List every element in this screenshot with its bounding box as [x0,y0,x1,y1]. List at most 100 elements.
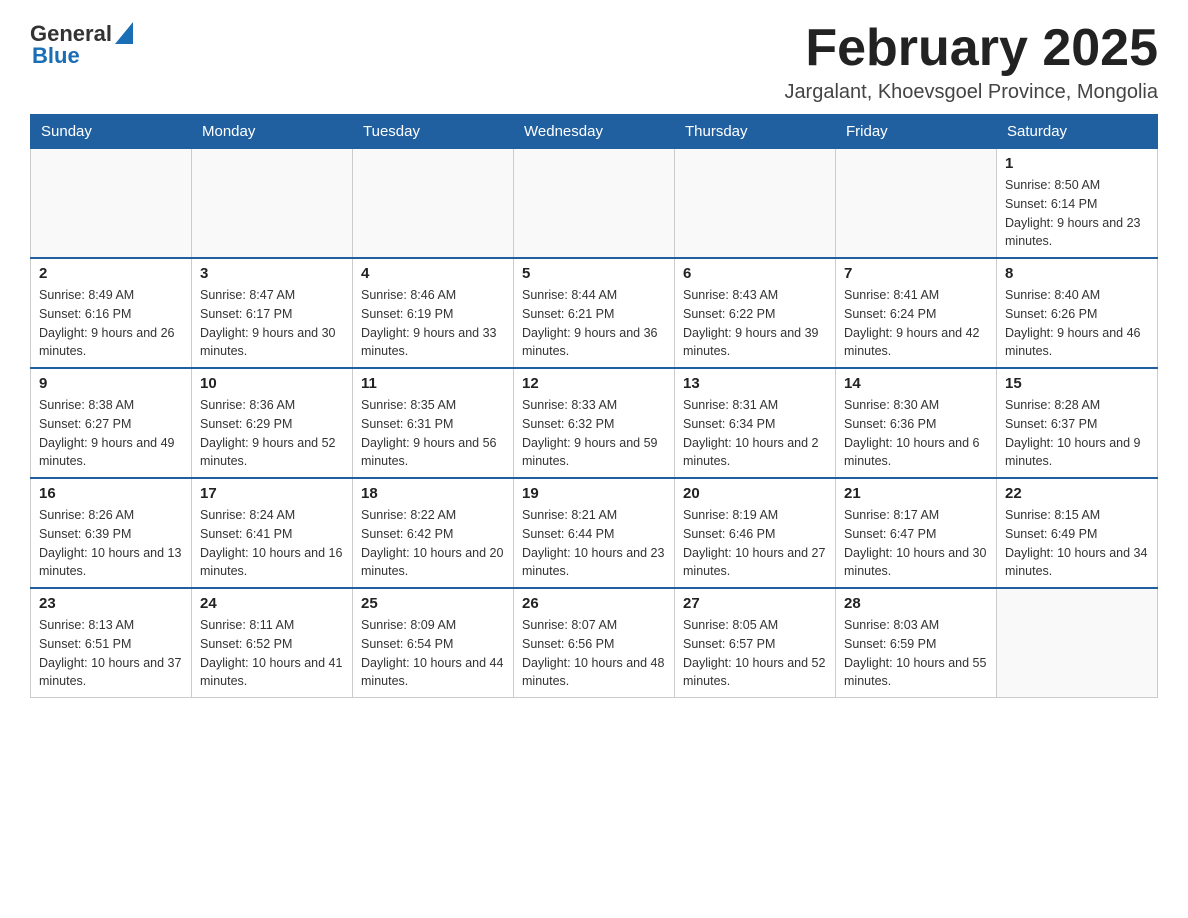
calendar-day-cell: 1Sunrise: 8:50 AMSunset: 6:14 PMDaylight… [997,149,1158,259]
calendar-day-cell [836,149,997,259]
calendar-day-cell: 14 Sunrise: 8:30 AMSunset: 6:36 PMDayligh… [836,368,997,478]
day-info: Sunrise: 8:44 AMSunset: 6:21 PMDaylight:… [522,286,666,361]
weekday-header-monday: Monday [192,115,353,149]
day-number: 14 [844,375,988,392]
day-number: 4 [361,265,505,282]
weekday-header-row: SundayMondayTuesdayWednesdayThursdayFrid… [31,115,1158,149]
calendar-day-cell [997,588,1158,698]
calendar-day-cell: 4 Sunrise: 8:46 AMSunset: 6:19 PMDaylight… [353,258,514,368]
location-text: Jargalant, Khoevsgoel Province, Mongolia [784,81,1158,104]
day-info: Sunrise: 8:40 AMSunset: 6:26 PMDaylight:… [1005,286,1149,361]
calendar-day-cell [192,149,353,259]
calendar-week-row: 16Sunrise: 8:26 AMSunset: 6:39 PMDayligh… [31,478,1158,588]
month-title: February 2025 [784,20,1158,77]
calendar-day-cell: 12 Sunrise: 8:33 AMSunset: 6:32 PMDayligh… [514,368,675,478]
day-number: 12 [522,375,666,392]
calendar-week-row: 2 Sunrise: 8:49 AMSunset: 6:16 PMDaylight… [31,258,1158,368]
day-info: Sunrise: 8:22 AMSunset: 6:42 PMDaylight:… [361,506,505,581]
day-info: Sunrise: 8:36 AMSunset: 6:29 PMDaylight:… [200,396,344,471]
day-number: 11 [361,375,505,392]
day-info: Sunrise: 8:49 AMSunset: 6:16 PMDaylight:… [39,286,183,361]
day-number: 20 [683,485,827,502]
day-number: 6 [683,265,827,282]
weekday-header-saturday: Saturday [997,115,1158,149]
calendar-day-cell: 2 Sunrise: 8:49 AMSunset: 6:16 PMDaylight… [31,258,192,368]
calendar-day-cell: 9 Sunrise: 8:38 AMSunset: 6:27 PMDaylight… [31,368,192,478]
day-number: 2 [39,265,183,282]
weekday-header-wednesday: Wednesday [514,115,675,149]
calendar-day-cell: 11 Sunrise: 8:35 AMSunset: 6:31 PMDayligh… [353,368,514,478]
day-number: 7 [844,265,988,282]
day-number: 19 [522,485,666,502]
day-info: Sunrise: 8:28 AMSunset: 6:37 PMDaylight:… [1005,396,1149,471]
weekday-header-thursday: Thursday [675,115,836,149]
day-number: 13 [683,375,827,392]
day-number: 3 [200,265,344,282]
calendar-day-cell: 3 Sunrise: 8:47 AMSunset: 6:17 PMDaylight… [192,258,353,368]
title-section: February 2025 Jargalant, Khoevsgoel Prov… [784,20,1158,104]
calendar-day-cell: 22Sunrise: 8:15 AMSunset: 6:49 PMDayligh… [997,478,1158,588]
day-info: Sunrise: 8:07 AMSunset: 6:56 PMDaylight:… [522,616,666,691]
day-info: Sunrise: 8:26 AMSunset: 6:39 PMDaylight:… [39,506,183,581]
calendar-table: SundayMondayTuesdayWednesdayThursdayFrid… [30,114,1158,698]
day-info: Sunrise: 8:43 AMSunset: 6:22 PMDaylight:… [683,286,827,361]
day-info: Sunrise: 8:09 AMSunset: 6:54 PMDaylight:… [361,616,505,691]
calendar-day-cell: 27 Sunrise: 8:05 AMSunset: 6:57 PMDayligh… [675,588,836,698]
calendar-day-cell: 24 Sunrise: 8:11 AMSunset: 6:52 PMDayligh… [192,588,353,698]
day-info: Sunrise: 8:46 AMSunset: 6:19 PMDaylight:… [361,286,505,361]
calendar-day-cell [514,149,675,259]
day-info: Sunrise: 8:03 AMSunset: 6:59 PMDaylight:… [844,616,988,691]
day-info: Sunrise: 8:33 AMSunset: 6:32 PMDaylight:… [522,396,666,471]
calendar-week-row: 23Sunrise: 8:13 AMSunset: 6:51 PMDayligh… [31,588,1158,698]
day-number: 25 [361,595,505,612]
day-info: Sunrise: 8:47 AMSunset: 6:17 PMDaylight:… [200,286,344,361]
calendar-day-cell [353,149,514,259]
calendar-day-cell: 17 Sunrise: 8:24 AMSunset: 6:41 PMDayligh… [192,478,353,588]
day-number: 18 [361,485,505,502]
weekday-header-sunday: Sunday [31,115,192,149]
calendar-day-cell: 20 Sunrise: 8:19 AMSunset: 6:46 PMDayligh… [675,478,836,588]
weekday-header-friday: Friday [836,115,997,149]
logo: General Blue [30,20,133,69]
day-number: 10 [200,375,344,392]
calendar-day-cell: 5 Sunrise: 8:44 AMSunset: 6:21 PMDaylight… [514,258,675,368]
day-number: 27 [683,595,827,612]
day-number: 1 [1005,155,1149,172]
day-number: 24 [200,595,344,612]
page-header: General Blue February 2025 Jargalant, Kh… [30,20,1158,104]
day-info: Sunrise: 8:11 AMSunset: 6:52 PMDaylight:… [200,616,344,691]
calendar-week-row: 9 Sunrise: 8:38 AMSunset: 6:27 PMDaylight… [31,368,1158,478]
day-info: Sunrise: 8:05 AMSunset: 6:57 PMDaylight:… [683,616,827,691]
logo-blue-text: Blue [32,43,80,69]
day-info: Sunrise: 8:30 AMSunset: 6:36 PMDaylight:… [844,396,988,471]
logo-arrow-icon [115,22,133,49]
weekday-header-tuesday: Tuesday [353,115,514,149]
day-info: Sunrise: 8:31 AMSunset: 6:34 PMDaylight:… [683,396,827,471]
day-info: Sunrise: 8:21 AMSunset: 6:44 PMDaylight:… [522,506,666,581]
calendar-day-cell: 13 Sunrise: 8:31 AMSunset: 6:34 PMDayligh… [675,368,836,478]
calendar-day-cell: 7Sunrise: 8:41 AMSunset: 6:24 PMDaylight… [836,258,997,368]
calendar-day-cell: 25 Sunrise: 8:09 AMSunset: 6:54 PMDayligh… [353,588,514,698]
calendar-day-cell [31,149,192,259]
calendar-day-cell: 28Sunrise: 8:03 AMSunset: 6:59 PMDayligh… [836,588,997,698]
day-number: 17 [200,485,344,502]
day-info: Sunrise: 8:19 AMSunset: 6:46 PMDaylight:… [683,506,827,581]
day-number: 5 [522,265,666,282]
day-info: Sunrise: 8:15 AMSunset: 6:49 PMDaylight:… [1005,506,1149,581]
day-info: Sunrise: 8:35 AMSunset: 6:31 PMDaylight:… [361,396,505,471]
day-number: 21 [844,485,988,502]
calendar-day-cell: 15 Sunrise: 8:28 AMSunset: 6:37 PMDayligh… [997,368,1158,478]
calendar-day-cell: 8 Sunrise: 8:40 AMSunset: 6:26 PMDaylight… [997,258,1158,368]
day-info: Sunrise: 8:38 AMSunset: 6:27 PMDaylight:… [39,396,183,471]
calendar-day-cell: 26Sunrise: 8:07 AMSunset: 6:56 PMDayligh… [514,588,675,698]
calendar-day-cell: 16Sunrise: 8:26 AMSunset: 6:39 PMDayligh… [31,478,192,588]
day-info: Sunrise: 8:17 AMSunset: 6:47 PMDaylight:… [844,506,988,581]
calendar-day-cell: 23Sunrise: 8:13 AMSunset: 6:51 PMDayligh… [31,588,192,698]
day-number: 8 [1005,265,1149,282]
calendar-week-row: 1Sunrise: 8:50 AMSunset: 6:14 PMDaylight… [31,149,1158,259]
day-info: Sunrise: 8:24 AMSunset: 6:41 PMDaylight:… [200,506,344,581]
day-number: 15 [1005,375,1149,392]
day-number: 9 [39,375,183,392]
calendar-day-cell: 10 Sunrise: 8:36 AMSunset: 6:29 PMDayligh… [192,368,353,478]
calendar-day-cell: 18 Sunrise: 8:22 AMSunset: 6:42 PMDayligh… [353,478,514,588]
